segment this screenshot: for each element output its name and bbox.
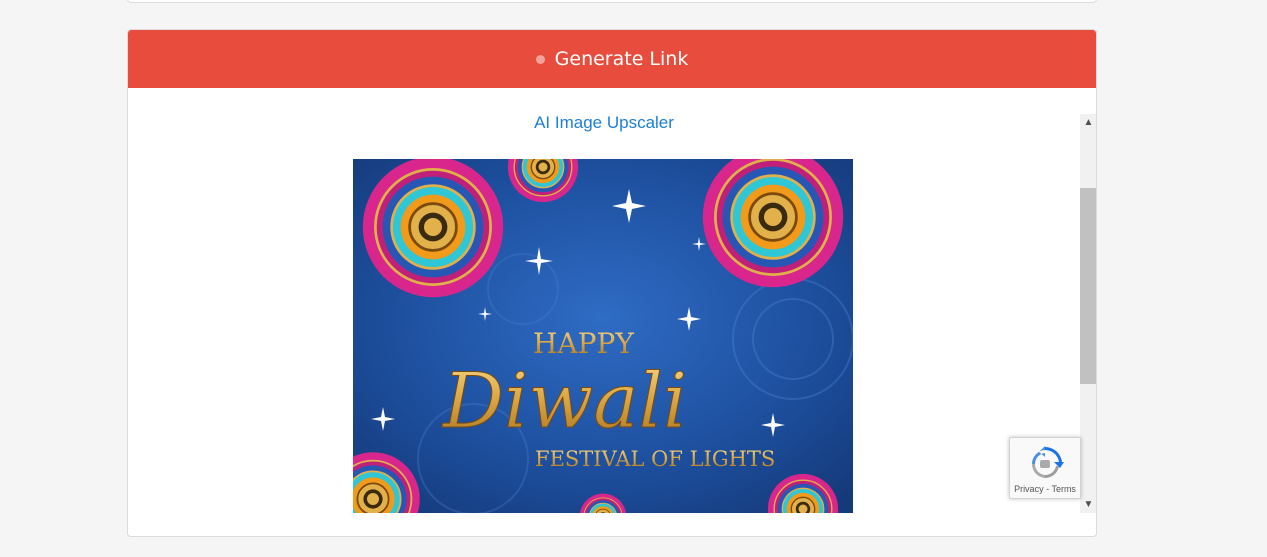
recaptcha-links: Privacy - Terms [1010, 484, 1080, 494]
card-content: AI Image Upscaler HAPPY Diwali FESTIVAL … [128, 114, 1080, 536]
recaptcha-privacy-link[interactable]: Privacy [1014, 484, 1044, 494]
header-title: Generate Link [554, 48, 689, 70]
ai-image-upscaler-link[interactable]: AI Image Upscaler [128, 114, 1080, 136]
previous-card [127, 0, 1097, 3]
recaptcha-terms-link[interactable]: Terms [1051, 484, 1076, 494]
scroll-down-arrow-icon[interactable]: ▼ [1080, 496, 1096, 513]
image-text-diwali: Diwali [441, 356, 687, 445]
recaptcha-separator: - [1046, 484, 1050, 494]
diwali-image: HAPPY Diwali FESTIVAL OF LIGHTS [353, 159, 853, 513]
image-text-festival: FESTIVAL OF LIGHTS [535, 447, 775, 471]
recaptcha-icon [1032, 446, 1064, 479]
recaptcha-badge[interactable]: Privacy - Terms [1009, 437, 1081, 499]
dot-icon [535, 54, 545, 64]
scroll-up-arrow-icon[interactable]: ▲ [1080, 114, 1096, 131]
generate-link-header[interactable]: Generate Link [128, 30, 1096, 88]
generate-link-card: Generate Link AI Image Upscaler HAPPY Di… [127, 29, 1097, 537]
scroll-thumb[interactable] [1080, 188, 1096, 384]
content-scrollbar[interactable]: ▲ ▼ [1080, 114, 1096, 513]
